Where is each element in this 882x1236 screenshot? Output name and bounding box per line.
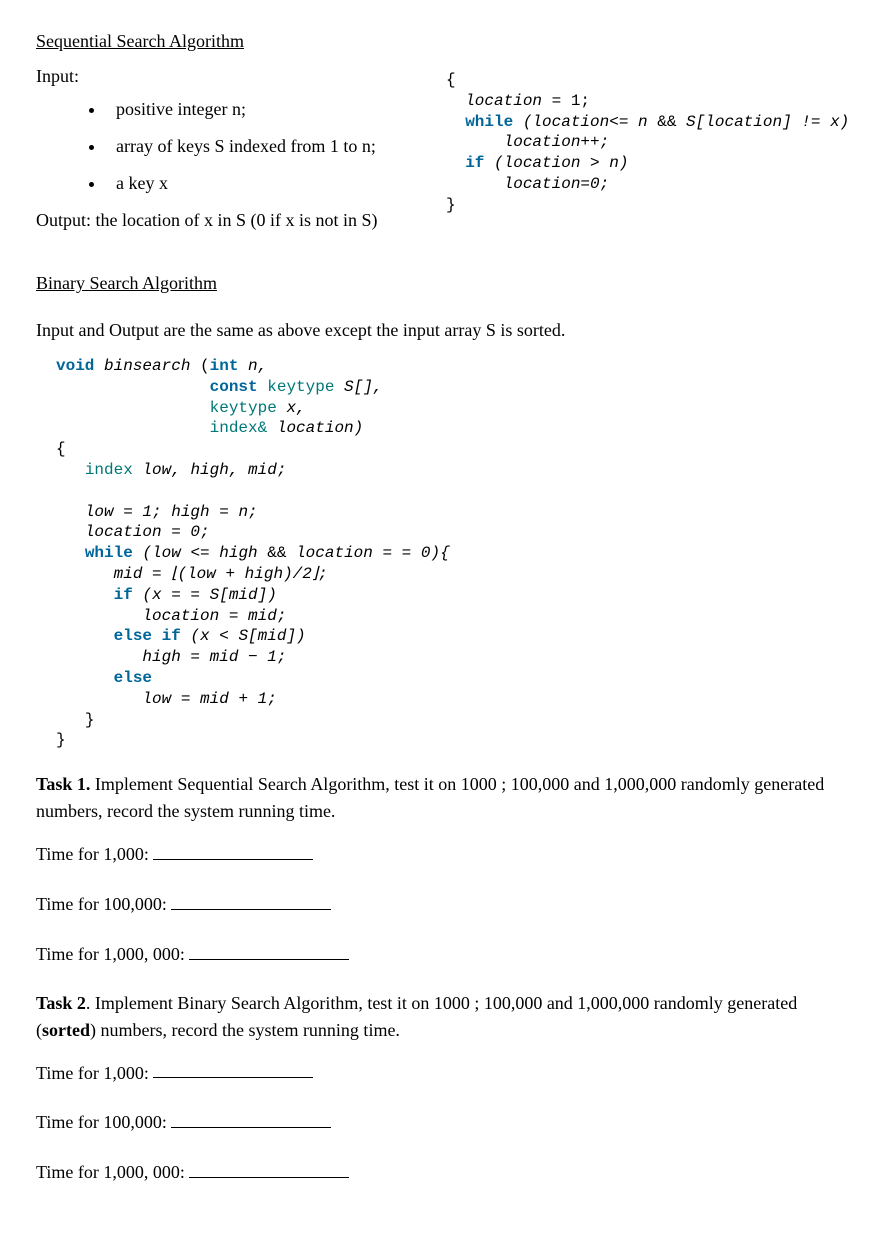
bs-void: void (56, 357, 94, 375)
binary-search-code: void binsearch (int n, const keytype S[]… (56, 356, 846, 751)
bs-lbrace: { (56, 440, 66, 458)
bs-rbrace2: } (56, 731, 66, 749)
bs-keytype2: keytype (210, 399, 277, 417)
bs-if-cond: (x = = S[mid]) (133, 586, 277, 604)
bs-else: else (114, 669, 152, 687)
output-line: Output: the location of x in S (0 if x i… (36, 207, 436, 234)
bs-if: if (114, 586, 133, 604)
bs-elseif-body: high = mid − 1; (142, 648, 286, 666)
task2-time3: Time for 1,000, 000: (36, 1158, 846, 1186)
code-if-kw: if (465, 154, 484, 172)
sequential-search-title: Sequential Search Algorithm (36, 28, 436, 55)
code-while-cond2: S[location] != x) (676, 113, 849, 131)
task2-desc: Task 2. Implement Binary Search Algorith… (36, 990, 846, 1044)
bs-name: binsearch (94, 357, 200, 375)
task1-time1-blank[interactable] (153, 840, 313, 860)
bs-loc: location) (267, 419, 363, 437)
bs-decl-vars: low, high, mid; (133, 461, 287, 479)
binary-search-section: Binary Search Algorithm Input and Output… (36, 270, 846, 751)
code-while-and: && (657, 113, 676, 131)
task1-time3-blank[interactable] (189, 940, 349, 960)
bs-while-rest: location = = 0){ (286, 544, 449, 562)
task2-time1: Time for 1,000: (36, 1059, 846, 1087)
binary-search-title: Binary Search Algorithm (36, 270, 846, 297)
task1-label: Task 1. (36, 774, 90, 794)
code-if-cond: (location > n) (484, 154, 628, 172)
input-item-x: a key x (106, 170, 436, 197)
task1-time1: Time for 1,000: (36, 840, 846, 868)
bs-indexref: index& (210, 419, 268, 437)
bs-decl-index: index (85, 461, 133, 479)
bs-s: S[], (334, 378, 382, 396)
input-list: positive integer n; array of keys S inde… (106, 96, 436, 197)
bs-rbrace1: } (85, 711, 95, 729)
task2-sorted: sorted (42, 1020, 90, 1040)
bs-if-body: location = mid; (142, 607, 286, 625)
task2-time1-blank[interactable] (153, 1059, 313, 1079)
task1-time2: Time for 100,000: (36, 890, 846, 918)
bs-n: n, (238, 357, 267, 375)
bs-elseif-cond: (x < S[mid]) (181, 627, 306, 645)
bs-keytype1: keytype (258, 378, 335, 396)
sequential-search-code: { location = 1; while (location<= n && S… (446, 28, 849, 216)
task1-text: Implement Sequential Search Algorithm, t… (36, 774, 824, 821)
sequential-search-left: Sequential Search Algorithm Input: posit… (36, 28, 436, 234)
code-loc: location (465, 92, 542, 110)
bs-elseif: else if (114, 627, 181, 645)
input-label: Input: (36, 63, 436, 90)
input-item-s: array of keys S indexed from 1 to n; (106, 133, 436, 160)
task1-desc: Task 1. Implement Sequential Search Algo… (36, 771, 846, 825)
bs-while-cond: (low <= high (133, 544, 267, 562)
code-while-cond1: (location<= n (513, 113, 657, 131)
code-locpp: location++; (504, 133, 610, 151)
input-item-n: positive integer n; (106, 96, 436, 123)
bs-x: x, (277, 399, 306, 417)
task1-time3-label: Time for 1,000, 000: (36, 944, 185, 964)
bs-const: const (210, 378, 258, 396)
bs-loc0: location = 0; (85, 523, 210, 541)
code-loc0: location=0; (504, 175, 610, 193)
binary-search-desc: Input and Output are the same as above e… (36, 317, 846, 344)
task1-time2-label: Time for 100,000: (36, 894, 167, 914)
bs-while-and: && (267, 544, 286, 562)
bs-while: while (85, 544, 133, 562)
sequential-search-section: Sequential Search Algorithm Input: posit… (36, 28, 846, 234)
bs-init: low = 1; high = n; (85, 503, 258, 521)
task2-time2-blank[interactable] (171, 1108, 331, 1128)
task2-time1-label: Time for 1,000: (36, 1062, 149, 1082)
bs-else-body: low = mid + 1; (142, 690, 276, 708)
task2-label: Task 2 (36, 993, 86, 1013)
task1-time2-blank[interactable] (171, 890, 331, 910)
task2-time3-blank[interactable] (189, 1158, 349, 1178)
code-rbrace: } (446, 196, 456, 214)
task2-time2: Time for 100,000: (36, 1108, 846, 1136)
task1-time1-label: Time for 1,000: (36, 844, 149, 864)
bs-open: ( (200, 357, 210, 375)
task2-time3-label: Time for 1,000, 000: (36, 1162, 185, 1182)
bs-mid: mid = ⌊(low + high)/2⌋; (114, 565, 328, 583)
code-lbrace: { (446, 71, 456, 89)
bs-int: int (210, 357, 239, 375)
task2-time2-label: Time for 100,000: (36, 1112, 167, 1132)
task1-time3: Time for 1,000, 000: (36, 940, 846, 968)
code-while-kw: while (465, 113, 513, 131)
task2-text2: ) numbers, record the system running tim… (90, 1020, 400, 1040)
code-loc-eq: = 1; (542, 92, 590, 110)
